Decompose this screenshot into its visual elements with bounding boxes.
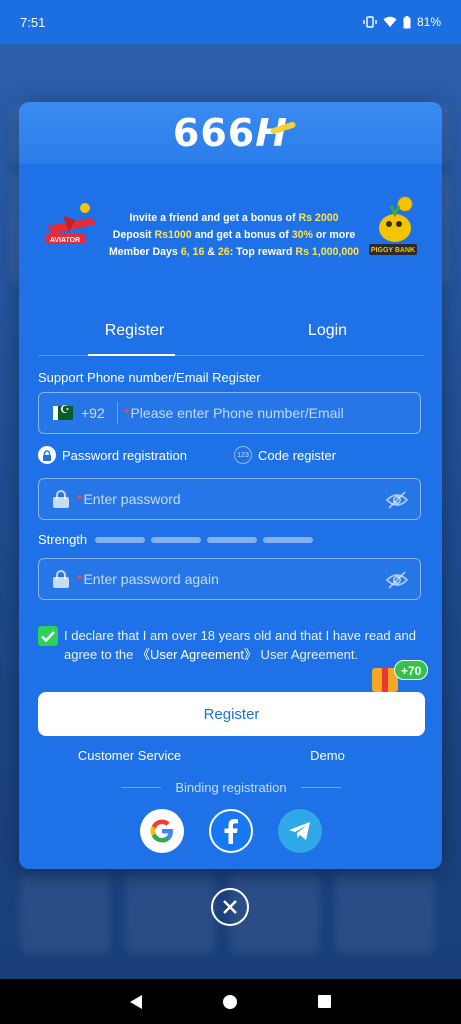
social-login — [140, 809, 322, 853]
code-register-option[interactable]: 123 Code register — [234, 446, 336, 464]
registration-options: Password registration 123 Code register — [38, 446, 428, 464]
eye-off-icon[interactable] — [386, 490, 408, 510]
phone-email-placeholder: Please enter Phone number/Email — [130, 405, 344, 421]
close-modal-button[interactable] — [211, 888, 249, 926]
recent-apps-icon[interactable] — [317, 995, 331, 1008]
background-block — [335, 874, 435, 954]
brand-logo: 666H — [173, 111, 297, 155]
gift-bonus-value: +70 — [394, 660, 429, 680]
background-block — [125, 874, 215, 954]
piggy-bank-icon: PIGGY BANK — [369, 196, 417, 255]
status-bar: 7:51 81% — [0, 0, 461, 44]
strength-bar — [207, 536, 258, 543]
aviator-label: AVIATOR — [50, 237, 80, 244]
demo-link[interactable]: Demo — [231, 748, 424, 763]
confirm-password-placeholder: Enter password again — [83, 571, 219, 587]
strength-bar — [263, 536, 314, 543]
check-icon — [41, 630, 55, 642]
background-block — [20, 874, 110, 954]
facebook-icon[interactable] — [209, 809, 253, 853]
required-asterisk: * — [77, 491, 83, 507]
password-placeholder: Enter password — [83, 491, 181, 507]
system-navigation-bar — [0, 979, 461, 1024]
close-icon — [223, 900, 237, 914]
register-button[interactable]: Register — [38, 692, 425, 736]
code-register-label: Code register — [258, 447, 337, 463]
country-code[interactable]: +92 — [81, 405, 117, 421]
gift-bonus-badge: +70 — [372, 660, 432, 694]
lock-icon — [53, 570, 69, 588]
section-label: Support Phone number/Email Register — [38, 370, 261, 385]
auth-tabs: Register Login — [38, 316, 424, 356]
binding-label: Binding registration — [175, 780, 287, 795]
status-time: 7:51 — [20, 14, 46, 30]
required-asterisk: * — [77, 571, 83, 587]
strength-label: Strength — [38, 532, 88, 547]
tab-login[interactable]: Login — [231, 316, 424, 355]
divider — [121, 787, 162, 788]
pakistan-flag-icon — [53, 403, 73, 420]
required-asterisk: * — [124, 405, 130, 421]
password-field[interactable]: * Enter password — [38, 478, 421, 520]
eye-off-icon[interactable] — [386, 570, 408, 590]
user-agreement-link[interactable]: 《User Agreement》 — [137, 647, 257, 662]
lock-icon — [53, 490, 69, 508]
register-modal: 666H AVIATOR Invite a friend and get a b… — [19, 102, 442, 869]
battery-level: 81% — [416, 15, 441, 29]
password-registration-label: Password registration — [62, 447, 187, 463]
vibrate-icon — [363, 16, 377, 28]
back-icon[interactable] — [130, 994, 143, 1009]
customer-service-link[interactable]: Customer Service — [38, 748, 231, 763]
phone-email-field[interactable]: +92 * Please enter Phone number/Email — [38, 392, 421, 434]
footer-links: Customer Service Demo — [38, 748, 424, 763]
password-registration-option[interactable]: Password registration — [38, 446, 234, 464]
numeric-code-icon: 123 — [234, 446, 252, 464]
promo-text: Invite a friend and get a bonus of Rs 20… — [108, 212, 360, 258]
strength-bar — [151, 536, 202, 543]
telegram-icon[interactable] — [278, 809, 322, 853]
declare-end: User Agreement. — [256, 647, 359, 662]
age-declaration: I declare that I am over 18 years old an… — [38, 626, 418, 664]
strength-bar — [95, 536, 146, 543]
piggy-label: PIGGY BANK — [371, 247, 415, 254]
binding-registration: Binding registration — [38, 780, 424, 795]
field-divider — [117, 402, 118, 424]
home-icon[interactable] — [222, 994, 237, 1009]
battery-icon — [403, 15, 411, 28]
promo-banner[interactable]: AVIATOR Invite a friend and get a bonus … — [45, 186, 421, 266]
wifi-icon — [383, 16, 397, 27]
aviator-plane-icon: AVIATOR — [45, 203, 97, 244]
modal-header: 666H — [19, 102, 442, 164]
status-icons: 81% — [363, 15, 441, 29]
confirm-password-field[interactable]: * Enter password again — [38, 558, 421, 600]
strength-bars — [95, 536, 314, 543]
password-strength: Strength — [38, 532, 314, 547]
tab-register[interactable]: Register — [38, 316, 231, 356]
google-icon[interactable] — [140, 809, 184, 853]
lock-icon — [38, 446, 56, 464]
agree-checkbox[interactable] — [38, 626, 58, 646]
divider — [300, 787, 341, 788]
